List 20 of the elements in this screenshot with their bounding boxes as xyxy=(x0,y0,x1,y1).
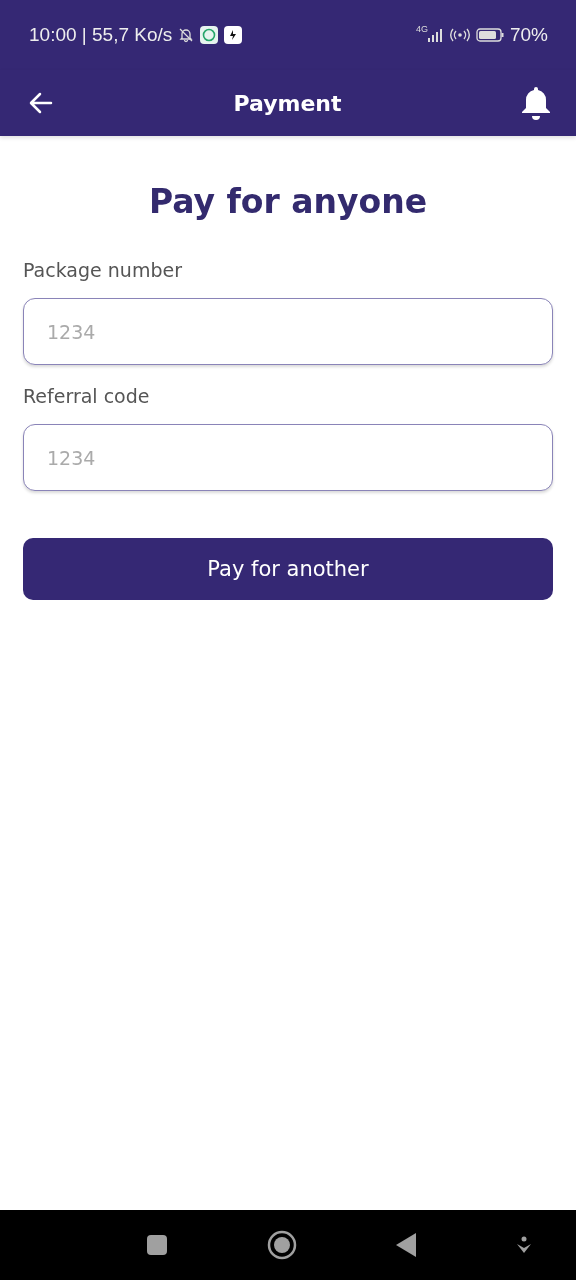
screen-title: Payment xyxy=(233,90,342,116)
network-type: 4G xyxy=(415,24,428,34)
page-heading: Pay for anyone xyxy=(147,182,429,221)
input-field[interactable]: 1234 xyxy=(23,424,553,491)
down-arrow-icon[interactable] xyxy=(515,1236,532,1254)
status-time: 10:00 | 55,7 Ko/s xyxy=(29,24,173,46)
field-label: Referral code xyxy=(23,385,151,407)
field-label: Package number xyxy=(23,259,183,281)
muted-bell-icon xyxy=(178,27,195,43)
bell-icon[interactable] xyxy=(520,85,552,121)
hotspot-icon xyxy=(449,28,470,42)
signal-icon xyxy=(427,28,444,42)
home-icon[interactable] xyxy=(266,1230,297,1260)
pay-button[interactable]: Pay for another xyxy=(23,538,553,600)
back-icon[interactable] xyxy=(395,1232,418,1258)
battery-icon xyxy=(475,28,504,42)
app-notification-icon xyxy=(224,26,243,44)
battery-percent: 70% xyxy=(509,24,548,46)
recents-icon[interactable] xyxy=(146,1234,168,1256)
input-field[interactable]: 1234 xyxy=(23,298,553,365)
